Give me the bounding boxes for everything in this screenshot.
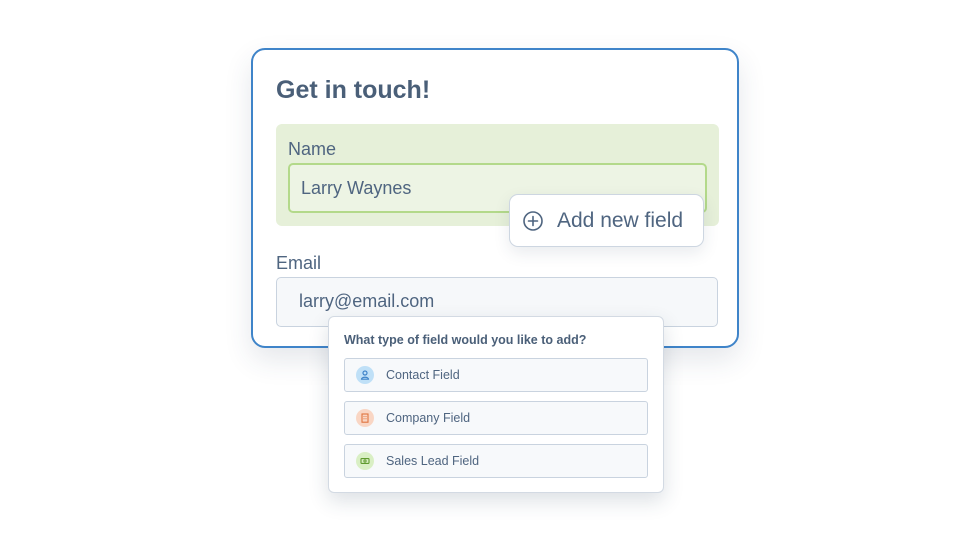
company-field-label: Company Field	[386, 411, 471, 425]
money-icon	[356, 452, 374, 470]
email-label: Email	[276, 253, 322, 273]
company-field-option[interactable]: Company Field	[344, 401, 648, 435]
person-icon	[356, 366, 374, 384]
field-type-question: What type of field would you like to add…	[344, 333, 587, 347]
building-icon	[356, 409, 374, 427]
contact-field-option[interactable]: Contact Field	[344, 358, 648, 392]
field-type-menu: What type of field would you like to add…	[328, 316, 664, 493]
contact-field-label: Contact Field	[386, 368, 460, 382]
plus-circle-icon	[522, 210, 544, 232]
add-new-field-label: Add new field	[557, 208, 684, 232]
sales-lead-field-option[interactable]: Sales Lead Field	[344, 444, 648, 478]
form-title: Get in touch!	[276, 76, 431, 104]
add-new-field-button[interactable]: Add new field	[509, 194, 704, 247]
sales-lead-field-label: Sales Lead Field	[386, 454, 480, 468]
name-label: Name	[288, 139, 337, 159]
